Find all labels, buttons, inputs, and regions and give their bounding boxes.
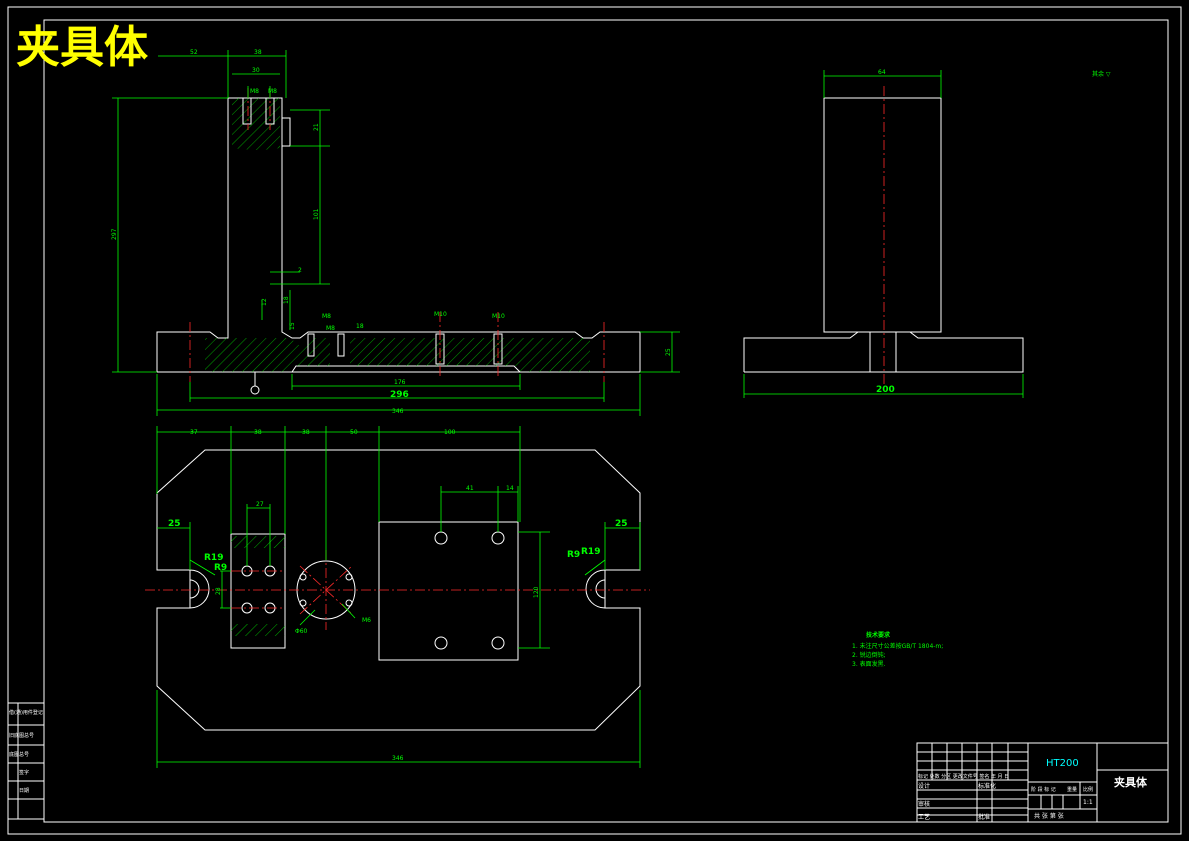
plan-dim-346: 346 <box>392 755 404 762</box>
plan-dim-m6: M6 <box>362 617 371 624</box>
dim-176: 176 <box>394 379 406 386</box>
plan-dim-120: 120 <box>533 586 540 598</box>
label-stage: 阶 段 标 记 <box>1031 786 1056 793</box>
plan-dim-14: 14 <box>506 485 514 492</box>
plan-view: 37 38 38 50 100 41 14 27 25 25 R19 R9 R9… <box>145 426 650 768</box>
dim-21: 21 <box>313 123 320 131</box>
plan-dim-27: 27 <box>256 501 264 508</box>
side-panel: 借(通)用件登记 旧底图总号 底图总号 签字 日期 <box>7 702 45 820</box>
dim-m8-c: M8 <box>322 313 331 320</box>
label-ratio: 比例 <box>1083 786 1093 793</box>
plan-dim-41: 41 <box>466 485 474 492</box>
tech-item-2: 2. 锐边倒钝; <box>852 651 886 659</box>
tech-item-3: 3. 表面发黑. <box>852 660 886 668</box>
side-item-2: 旧底图总号 <box>9 732 34 739</box>
plan-dim-r19-left: R19 <box>204 553 223 563</box>
tech-heading: 技术要求 <box>866 631 891 639</box>
dim-2: 2 <box>298 267 302 274</box>
header-row: 标记 处数 分区 更改文件号 签名 年 月 日 <box>918 773 1009 780</box>
dim-297: 297 <box>111 228 118 240</box>
side-item-3: 底图总号 <box>9 751 29 758</box>
dim-15: 15 <box>289 322 296 330</box>
tech-requirements: 技术要求 1. 未注尺寸公差按GB/T 1804-m; 2. 锐边倒钝; 3. … <box>852 631 943 668</box>
tech-item-1: 1. 未注尺寸公差按GB/T 1804-m; <box>852 642 943 650</box>
dim-346: 346 <box>392 408 404 415</box>
material-label: HT200 <box>1046 758 1079 769</box>
drawing-title: 夹具体 <box>16 22 148 73</box>
dim-200: 200 <box>876 385 895 395</box>
side-view: 64 200 其余 ▽ <box>743 69 1111 398</box>
front-view: 52 38 30 M8 M8 21 101 2 18 12 15 297 25 … <box>111 49 680 416</box>
dim-101: 101 <box>313 208 320 220</box>
side-item-4: 签字 <box>19 769 29 776</box>
plan-dim-25-left: 25 <box>168 519 181 529</box>
plan-dim-50: 50 <box>350 429 358 436</box>
outer-frame <box>7 6 1182 835</box>
cad-drawing: 夹具体 52 38 30 M8 M8 21 101 2 18 12 15 297… <box>7 6 1182 835</box>
label-sheets: 共 张 第 张 <box>1034 812 1064 820</box>
label-review: 审核 <box>918 800 930 808</box>
title-block: HT200 夹具体 标记 处数 分区 更改文件号 签名 年 月 日 设计 标准化… <box>916 742 1169 823</box>
base-section-hatch <box>205 338 330 372</box>
plan-dim-38a: 38 <box>254 429 262 436</box>
plan-dim-37: 37 <box>190 429 198 436</box>
plan-dim-phi60: Φ60 <box>295 628 308 635</box>
dim-m8-a: M8 <box>250 88 259 95</box>
plan-dim-r9-left: R9 <box>214 563 227 573</box>
dim-52: 52 <box>190 49 198 56</box>
dim-18: 18 <box>283 296 290 304</box>
part-name: 夹具体 <box>1114 775 1148 789</box>
dim-296: 296 <box>390 390 409 400</box>
plan-dim-28: 28 <box>215 587 222 595</box>
label-design: 设计 <box>918 782 930 790</box>
label-approve: 批准 <box>978 813 990 821</box>
dim-m8-d: M8 <box>326 325 335 332</box>
plan-dim-100: 100 <box>444 429 456 436</box>
dim-30: 30 <box>252 67 260 74</box>
dim-m10-a: M10 <box>434 311 447 318</box>
dim-m8-b: M8 <box>268 88 277 95</box>
plan-dim-r9-right: R9 <box>567 550 580 560</box>
plan-dim-38b: 38 <box>302 429 310 436</box>
label-standardize: 标准化 <box>978 782 996 790</box>
dim-18b: 18 <box>356 323 364 330</box>
plan-dim-r19-right: R19 <box>581 547 600 557</box>
ratio-value: 1:1 <box>1083 799 1093 806</box>
roughness-note: 其余 ▽ <box>1092 70 1111 78</box>
side-item-5: 日期 <box>19 788 29 794</box>
label-weight: 重量 <box>1067 786 1077 793</box>
dim-38: 38 <box>254 49 262 56</box>
plan-dim-25-right: 25 <box>615 519 628 529</box>
label-process: 工艺 <box>918 813 930 821</box>
dim-64: 64 <box>878 69 886 76</box>
dim-25: 25 <box>665 348 672 356</box>
inner-frame <box>43 19 1169 823</box>
side-item-1: 借(通)用件登记 <box>9 709 43 716</box>
dim-m10-b: M10 <box>492 313 505 320</box>
dim-12: 12 <box>261 298 268 306</box>
